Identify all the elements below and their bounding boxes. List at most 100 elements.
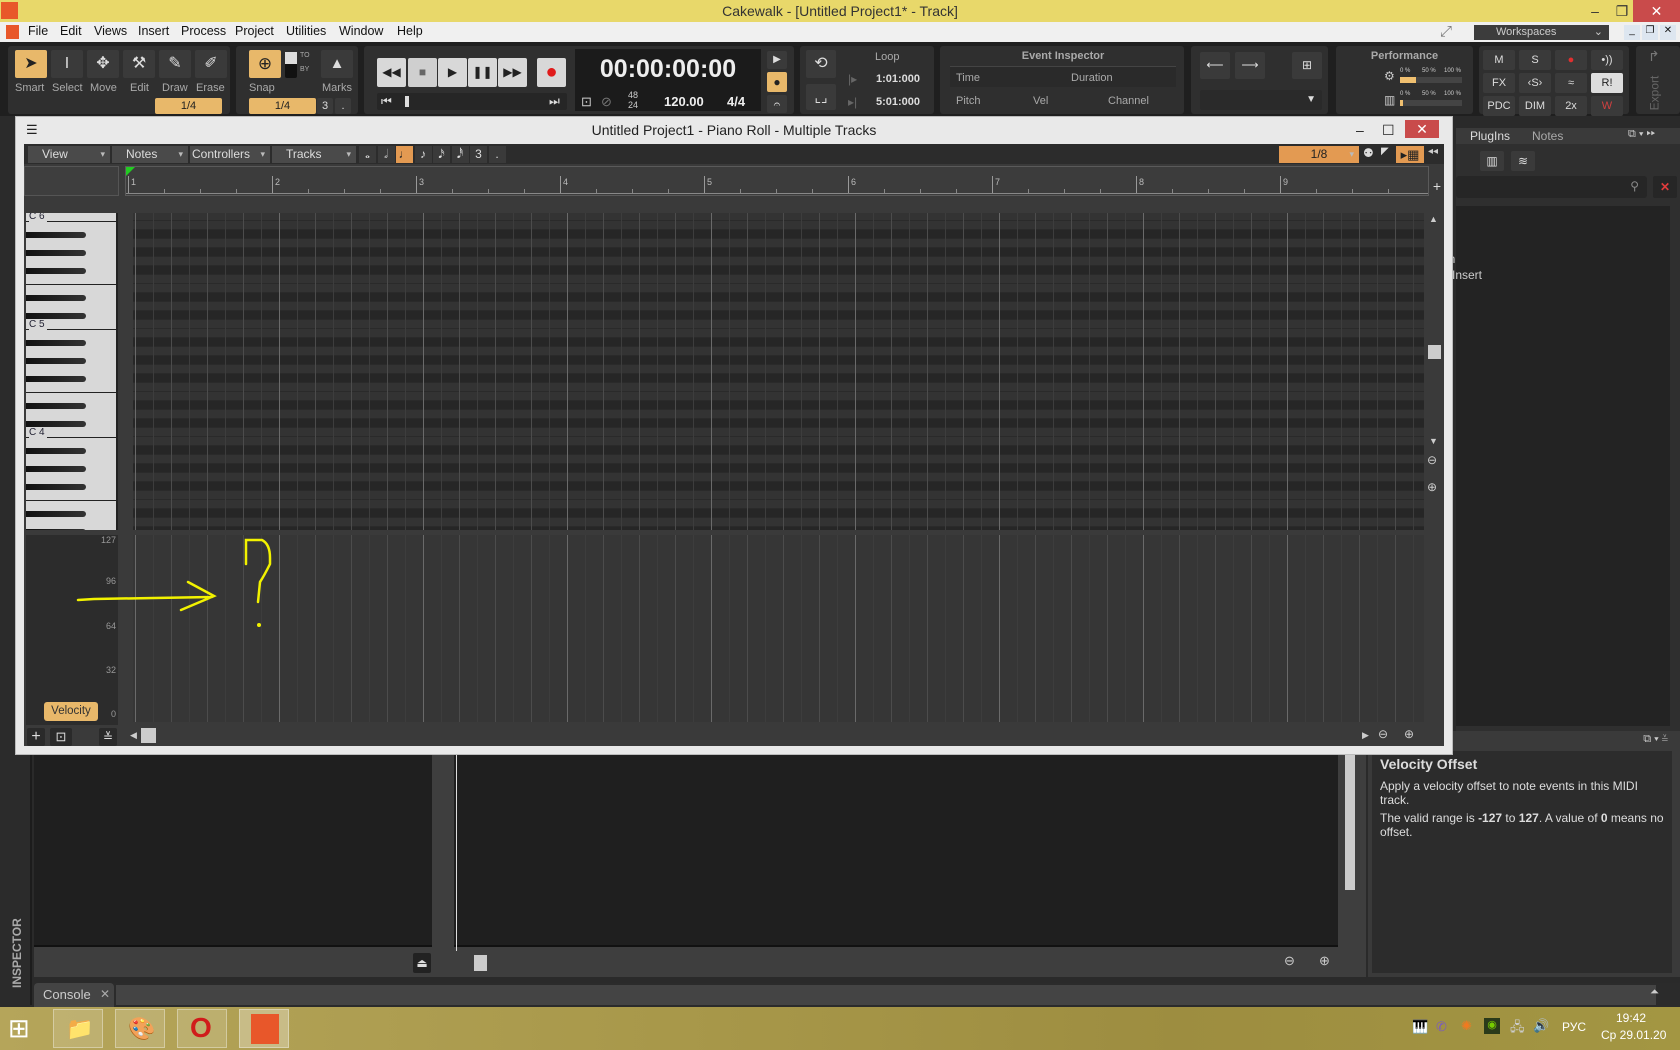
help-options-icon[interactable]: ⧉ ▾ ≚ <box>1643 733 1668 746</box>
snap-to-by-toggle[interactable] <box>285 52 297 78</box>
inspector-tab[interactable]: INSPECTOR <box>10 918 24 988</box>
tray-viber-icon[interactable]: ✆ <box>1436 1019 1447 1035</box>
velocity-lane[interactable] <box>133 535 1424 722</box>
doc-close-button[interactable]: ✕ <box>1660 25 1676 40</box>
snap-resolution-dropdown[interactable]: 1/8 <box>1279 146 1359 163</box>
tray-network-icon[interactable]: 🖧 <box>1510 1018 1525 1040</box>
loop-toggle-button[interactable]: ⟲ <box>806 50 836 78</box>
black-key[interactable] <box>26 403 86 409</box>
mix-button[interactable]: •)) <box>1591 50 1623 70</box>
doc-minimize-button[interactable]: _ <box>1624 25 1640 40</box>
metronome-icon[interactable]: 𝄐 <box>767 95 787 113</box>
scroll-right-icon[interactable]: ▶ <box>1362 730 1369 741</box>
channel-field[interactable]: Channel <box>1108 95 1149 107</box>
pr-maximize-button[interactable]: ☐ <box>1382 117 1395 143</box>
track-hscroll-thumb[interactable] <box>474 955 487 971</box>
duration-button[interactable]: ♪ <box>414 146 432 163</box>
pitch-row[interactable] <box>133 464 1424 473</box>
pitch-row[interactable] <box>133 401 1424 410</box>
expand-button[interactable]: ⏏ <box>413 953 431 973</box>
explorer-taskbar-button[interactable]: 📁 <box>53 1009 103 1048</box>
menu-file[interactable]: File <box>28 24 48 38</box>
pane-menu-button[interactable]: ≚ <box>99 728 117 746</box>
pitch-row[interactable] <box>133 392 1424 401</box>
black-key[interactable] <box>26 340 86 346</box>
record-mode-button[interactable]: ● <box>767 72 787 92</box>
horizontal-scroll-thumb[interactable] <box>141 728 156 743</box>
pitch-row[interactable] <box>133 356 1424 365</box>
menu-edit[interactable]: Edit <box>60 24 82 38</box>
snap-grid-toggle[interactable]: ▸▦ <box>1396 146 1424 163</box>
mix-button[interactable]: W <box>1591 96 1623 116</box>
pitch-row[interactable] <box>133 500 1424 509</box>
black-key[interactable] <box>26 376 86 382</box>
record-button[interactable]: ● <box>537 58 566 87</box>
pr-minimize-button[interactable]: – <box>1356 117 1364 143</box>
triplet-button[interactable]: 3 <box>317 98 333 114</box>
duration-button[interactable]: 𝅝 <box>359 146 376 163</box>
pitch-row[interactable] <box>133 437 1424 446</box>
time-field[interactable]: Time <box>956 72 980 84</box>
track-vscroll[interactable] <box>1345 755 1355 890</box>
black-key[interactable] <box>26 295 86 301</box>
mix-button[interactable]: PDC <box>1483 96 1515 116</box>
pitch-row[interactable] <box>133 320 1424 329</box>
expand-console-icon[interactable]: ⏶ <box>1650 986 1659 999</box>
menu-project[interactable]: Project <box>235 24 274 38</box>
tab-notes[interactable]: Notes <box>1532 129 1563 143</box>
mix-button[interactable]: R! <box>1591 73 1623 93</box>
tempo-value[interactable]: 120.00 <box>664 94 704 109</box>
mix-button[interactable]: ‹S› <box>1519 73 1551 93</box>
pitch-row[interactable] <box>133 518 1424 527</box>
add-ruler-button[interactable]: + <box>1430 179 1444 194</box>
black-key[interactable] <box>26 484 86 490</box>
view-menu[interactable]: View <box>28 146 110 163</box>
scroll-left-icon[interactable]: ◀ <box>130 730 137 741</box>
velocity-controller-button[interactable]: Velocity <box>44 702 98 721</box>
pitch-row[interactable] <box>133 446 1424 455</box>
pitch-row[interactable] <box>133 509 1424 518</box>
menu-process[interactable]: Process <box>181 24 226 38</box>
collapse-pane-icon[interactable]: ◂◂ <box>1428 146 1438 157</box>
pitch-row[interactable] <box>133 410 1424 419</box>
pitch-row[interactable] <box>133 329 1424 338</box>
zoom-in-vertical-icon[interactable]: ⊕ <box>1427 480 1437 494</box>
duration-button[interactable]: 𝅗𝅥 <box>377 146 395 163</box>
marks-button[interactable]: ▲ <box>321 50 353 78</box>
pitch-row[interactable] <box>133 293 1424 302</box>
clock-time[interactable]: 19:42 <box>1616 1011 1646 1025</box>
plugin-search-input[interactable]: ⚲ <box>1456 176 1647 198</box>
tray-midi-icon[interactable]: 🎹 <box>1412 1019 1428 1035</box>
pitch-row[interactable] <box>133 266 1424 275</box>
mix-button[interactable]: ● <box>1555 50 1587 70</box>
snap-button[interactable]: ⊕ <box>249 50 281 78</box>
mix-button[interactable]: FX <box>1483 73 1515 93</box>
go-to-end-icon[interactable]: ⏭ <box>549 94 560 109</box>
pitch-row[interactable] <box>133 383 1424 392</box>
rewind-button[interactable]: ◀◀ <box>377 58 406 87</box>
cakewalk-taskbar-button[interactable] <box>239 1009 289 1048</box>
scroll-down-icon[interactable]: ▼ <box>1429 436 1438 446</box>
vel-field[interactable]: Vel <box>1033 95 1048 107</box>
metronome-off-icon[interactable]: ⊘ <box>601 94 612 110</box>
zoom-in-icon[interactable]: ⊕ <box>1319 953 1330 969</box>
pitch-row[interactable] <box>133 311 1424 320</box>
duration-button[interactable]: 3 <box>470 146 487 163</box>
play-button[interactable]: ▶ <box>438 58 467 87</box>
export-icon[interactable]: ↱ <box>1648 48 1660 65</box>
pitch-row[interactable] <box>133 482 1424 491</box>
export-label[interactable]: Export <box>1647 76 1661 111</box>
pitch-row[interactable] <box>133 257 1424 266</box>
menu-help[interactable]: Help <box>397 24 423 38</box>
audio-engine-icon[interactable]: ⊡ <box>581 94 592 110</box>
mix-button[interactable]: S <box>1519 50 1551 70</box>
tracks-menu[interactable]: Tracks <box>272 146 356 163</box>
time-ruler[interactable]: 1 2 3 4 5 6 7 8 9 <box>125 166 1429 196</box>
pitch-row[interactable] <box>133 374 1424 383</box>
loop-region-button[interactable]: ⌞⌟ <box>806 84 836 110</box>
transport-menu-button[interactable]: ▶ <box>767 51 787 69</box>
duration-field[interactable]: Duration <box>1071 72 1113 84</box>
snap-value-dropdown[interactable]: 1/4 <box>249 98 316 114</box>
menu-views[interactable]: Views <box>94 24 127 38</box>
doc-restore-button[interactable]: ❐ <box>1642 25 1658 40</box>
